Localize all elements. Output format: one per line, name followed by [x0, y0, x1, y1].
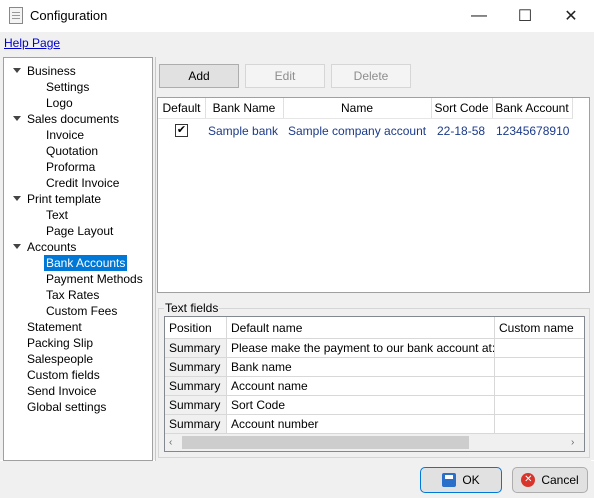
bank-accounts-grid[interactable]: Default Bank Name Name Sort Code Bank Ac… [157, 97, 590, 293]
cancel-icon: ✕ [521, 473, 536, 487]
column-header-position[interactable]: Position [165, 317, 227, 339]
tree-item-accounts[interactable]: Accounts [27, 239, 76, 255]
table-row-default-name[interactable]: Account name [227, 377, 495, 396]
column-header-sort-code[interactable]: Sort Code [431, 98, 493, 119]
tree-item-credit-invoice[interactable]: Credit Invoice [46, 175, 119, 191]
table-row-position[interactable]: Summary [165, 358, 227, 377]
table-row-custom-name[interactable] [495, 377, 584, 396]
scroll-left-icon[interactable]: ‹ [169, 437, 172, 448]
close-button[interactable]: ✕ [548, 0, 594, 32]
tree-item-tax-rates[interactable]: Tax Rates [46, 287, 99, 303]
tree-item-text[interactable]: Text [46, 207, 68, 223]
tree-item-logo[interactable]: Logo [46, 95, 73, 111]
column-header-bank-name[interactable]: Bank Name [205, 98, 284, 119]
scroll-right-icon[interactable]: › [571, 437, 574, 448]
tree-item-quotation[interactable]: Quotation [46, 143, 98, 159]
table-row-position[interactable]: Summary [165, 396, 227, 415]
table-row-position[interactable]: Summary [165, 377, 227, 396]
table-row-custom-name[interactable] [495, 339, 584, 358]
table-row-bank-name[interactable]: Sample bank [208, 122, 278, 140]
save-icon [442, 473, 457, 487]
table-row-custom-name[interactable] [495, 396, 584, 415]
expand-arrow-icon[interactable] [13, 244, 21, 249]
column-header-custom-name[interactable]: Custom name [495, 317, 584, 339]
help-page-link[interactable]: Help Page [4, 36, 60, 50]
tree-item-business[interactable]: Business [27, 63, 76, 79]
maximize-button[interactable]: ☐ [502, 0, 548, 32]
default-checkbox[interactable]: ✔ [175, 124, 188, 137]
table-row-bank-account[interactable]: 12345678910 [496, 122, 569, 140]
table-row-default-name[interactable]: Sort Code [227, 396, 495, 415]
column-header-default-name[interactable]: Default name [227, 317, 495, 339]
table-row-position[interactable]: Summary [165, 339, 227, 358]
tree-item-invoice[interactable]: Invoice [46, 127, 84, 143]
window-title: Configuration [30, 8, 108, 23]
tree-item-sales-documents[interactable]: Sales documents [27, 111, 119, 127]
tree-item-print-template[interactable]: Print template [27, 191, 101, 207]
cancel-label: Cancel [541, 473, 579, 487]
tree-item-settings[interactable]: Settings [46, 79, 89, 95]
expand-arrow-icon[interactable] [13, 116, 21, 121]
tree-item-page-layout[interactable]: Page Layout [46, 223, 113, 239]
table-row-sort-code[interactable]: 22-18-58 [437, 122, 485, 140]
horizontal-scrollbar[interactable]: ‹ › [165, 434, 584, 451]
table-row-default-name[interactable]: Bank name [227, 358, 495, 377]
tree-item-statement[interactable]: Statement [27, 319, 82, 335]
table-row-default-name[interactable]: Please make the payment to our bank acco… [227, 339, 495, 358]
delete-button[interactable]: Delete [331, 64, 411, 88]
edit-button[interactable]: Edit [245, 64, 325, 88]
column-header-default[interactable]: Default [158, 98, 206, 119]
table-row-position[interactable]: Summary [165, 415, 227, 434]
table-row-default-name[interactable]: Account number [227, 415, 495, 434]
tree-item-packing-slip[interactable]: Packing Slip [27, 335, 93, 351]
tree-item-bank-accounts[interactable]: Bank Accounts [44, 255, 128, 271]
cancel-button[interactable]: ✕ Cancel [512, 467, 588, 493]
text-fields-label: Text fields [164, 301, 220, 315]
settings-tree[interactable]: Business Settings Logo Sales documents I… [3, 57, 153, 461]
tree-item-salespeople[interactable]: Salespeople [27, 351, 93, 367]
expand-arrow-icon[interactable] [13, 68, 21, 73]
tree-item-send-invoice[interactable]: Send Invoice [27, 383, 96, 399]
app-icon [9, 7, 23, 24]
menu-bar [0, 32, 594, 54]
column-header-bank-account[interactable]: Bank Account [492, 98, 573, 119]
table-row-name[interactable]: Sample company account [288, 122, 426, 140]
tree-item-custom-fields[interactable]: Custom fields [27, 367, 100, 383]
tree-item-global-settings[interactable]: Global settings [27, 399, 106, 415]
column-header-name[interactable]: Name [283, 98, 432, 119]
tree-item-payment-methods[interactable]: Payment Methods [46, 271, 143, 287]
dialog-footer [0, 461, 594, 498]
tree-item-proforma[interactable]: Proforma [46, 159, 95, 175]
table-row-custom-name[interactable] [495, 415, 584, 434]
tree-item-custom-fees[interactable]: Custom Fees [46, 303, 117, 319]
scrollbar-thumb[interactable] [182, 436, 469, 449]
minimize-button[interactable]: — [456, 0, 502, 32]
ok-button[interactable]: OK [420, 467, 502, 493]
table-row-custom-name[interactable] [495, 358, 584, 377]
add-button[interactable]: Add [159, 64, 239, 88]
ok-label: OK [462, 473, 480, 487]
text-fields-table[interactable]: Position Default name Custom name Summar… [164, 316, 585, 452]
expand-arrow-icon[interactable] [13, 196, 21, 201]
